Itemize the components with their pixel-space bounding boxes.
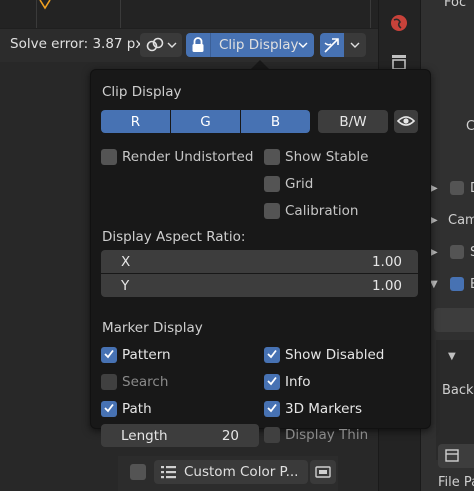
checkmark-icon	[267, 349, 277, 359]
properties-row-cam[interactable]: ▶ Cam	[430, 208, 474, 232]
checkmark-icon	[267, 403, 277, 413]
properties-label-back: Back	[442, 382, 474, 398]
properties-label-c: C	[466, 118, 474, 134]
clip-display-dropdown[interactable]: Clip Display	[210, 33, 314, 57]
file-icon	[445, 449, 459, 462]
row-d-checkbox[interactable]	[450, 181, 464, 195]
checkbox-box	[264, 427, 280, 443]
channel-green-toggle[interactable]: G	[171, 110, 240, 133]
custom-color-preset-dropdown[interactable]: Custom Color P...	[154, 460, 308, 484]
aspect-x-field[interactable]: X 1.00	[101, 250, 418, 273]
properties-row-b[interactable]: ▼B	[430, 272, 474, 296]
checkbox-box	[264, 176, 280, 192]
render-undistorted-checkbox[interactable]: Render Undistorted	[101, 147, 253, 167]
properties-label-foc: Foc	[444, 0, 467, 10]
aspect-ratio-title: Display Aspect Ratio:	[102, 229, 246, 245]
checkmark-icon	[104, 403, 114, 413]
checkbox-box	[101, 374, 117, 390]
channel-blue-toggle[interactable]: B	[241, 110, 310, 133]
checkbox-box	[264, 149, 280, 165]
preset-icon	[315, 466, 331, 478]
aspect-y-field[interactable]: Y 1.00	[101, 274, 418, 297]
scene-globe-icon[interactable]	[388, 12, 410, 34]
info-checkbox[interactable]: Info	[264, 372, 311, 392]
3d-markers-checkbox[interactable]: 3D Markers	[264, 399, 362, 419]
row-b-checkbox[interactable]	[450, 277, 464, 291]
checkmark-icon	[104, 349, 114, 359]
list-icon	[161, 466, 176, 479]
properties-row-s[interactable]: ▶S	[430, 240, 474, 264]
show-alpha-toggle[interactable]	[394, 110, 418, 133]
properties-field[interactable]	[434, 308, 474, 332]
pivot-point-dropdown[interactable]	[140, 33, 182, 57]
show-disabled-checkbox[interactable]: Show Disabled	[264, 345, 384, 365]
checkbox-box	[264, 203, 280, 219]
chevron-right-icon: ▶	[430, 246, 438, 258]
lock-icon	[192, 37, 204, 52]
checkbox-box	[101, 347, 117, 363]
channel-red-toggle[interactable]: R	[101, 110, 170, 133]
grid-checkbox[interactable]: Grid	[264, 174, 313, 194]
chevron-right-icon: ▶	[430, 182, 438, 194]
file-path-dropdown[interactable]	[438, 444, 474, 468]
chevron-down-icon	[298, 42, 308, 48]
checkbox-box	[264, 374, 280, 390]
link-chain-icon	[146, 37, 164, 52]
clip-display-label: Clip Display	[219, 37, 299, 53]
properties-label-file-path: File Pa	[438, 474, 474, 490]
checkmark-icon	[267, 376, 277, 386]
properties-row-d[interactable]: ▶D	[430, 176, 474, 200]
subpanel-chevron-down-icon[interactable]: ▼	[448, 344, 460, 368]
display-thin-checkbox[interactable]: Display Thin	[264, 425, 368, 445]
popover-title: Clip Display	[102, 84, 182, 100]
chevron-down-icon	[350, 42, 360, 48]
chevron-down-icon	[167, 42, 177, 48]
checkbox-box	[264, 401, 280, 417]
eye-icon	[397, 116, 415, 126]
row-s-checkbox[interactable]	[450, 245, 464, 259]
chevron-right-icon: ▶	[430, 214, 438, 226]
calibration-checkbox[interactable]: Calibration	[264, 201, 358, 221]
marker-display-title: Marker Display	[102, 320, 203, 336]
checkbox-box	[101, 149, 117, 165]
custom-color-checkbox[interactable]	[130, 464, 146, 480]
show-stable-checkbox[interactable]: Show Stable	[264, 147, 368, 167]
grayscale-toggle[interactable]: B/W	[318, 110, 388, 133]
path-checkbox[interactable]: Path	[101, 399, 152, 419]
track-marker-icon[interactable]	[38, 0, 52, 10]
solve-error-label: Solve error: 3.87 px	[10, 36, 144, 52]
checkbox-box	[101, 401, 117, 417]
path-length-field[interactable]: Length 20	[101, 424, 259, 447]
clip-viewport[interactable]	[0, 0, 378, 28]
preset-add-button[interactable]	[310, 460, 336, 484]
search-checkbox[interactable]: Search	[101, 372, 168, 392]
lock-selection-toggle[interactable]	[186, 33, 210, 57]
gizmo-options-dropdown[interactable]	[344, 33, 366, 57]
chevron-down-icon: ▼	[430, 278, 438, 290]
show-gizmo-toggle[interactable]	[320, 33, 344, 57]
pattern-checkbox[interactable]: Pattern	[101, 345, 171, 365]
checkbox-box	[264, 347, 280, 363]
transform-gizmo-icon	[324, 38, 339, 53]
custom-color-label: Custom Color P...	[184, 464, 299, 480]
